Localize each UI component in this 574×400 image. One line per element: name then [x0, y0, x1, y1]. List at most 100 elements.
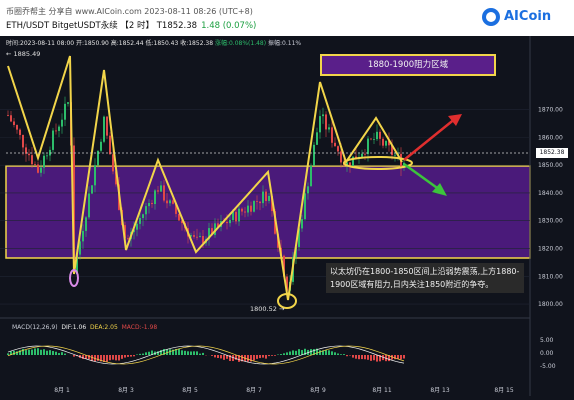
candle-body [196, 236, 198, 238]
aicoin-logo[interactable]: AICoin [482, 6, 562, 28]
candle-body [256, 201, 258, 202]
macd-title: MACD(12,26,9) [12, 324, 58, 331]
high-value: 1885.49 [13, 50, 41, 58]
macd-bar [139, 353, 141, 355]
macd-bar [376, 355, 378, 362]
candle-body [313, 144, 315, 166]
macd-bar [265, 355, 267, 359]
macd-bar [109, 355, 111, 361]
candle-body [148, 202, 150, 207]
macd-bar [373, 355, 375, 361]
macd-bar [370, 355, 372, 361]
macd-bar [334, 352, 336, 355]
candle-body [316, 132, 318, 145]
x-tick-label: 8月 11 [372, 387, 392, 394]
y-tick-label: 1870.00 [538, 107, 563, 114]
price-change: 1.48 (0.07%) [201, 21, 257, 31]
candle-body [328, 127, 330, 130]
candle-body [31, 155, 33, 165]
candle-body [373, 139, 375, 140]
x-tick-label: 8月 7 [246, 387, 262, 394]
candle-body [340, 151, 342, 163]
symbol-label: ETH/USDT BitgetUSDT永续 【2 时】 T1852.38 [6, 21, 198, 31]
macd-bar [196, 351, 198, 355]
range-zone [5, 165, 531, 259]
candle-body [370, 138, 372, 140]
macd-bar [178, 348, 180, 355]
candle-body [250, 205, 252, 212]
macd-bar [247, 355, 249, 362]
candle-body [310, 165, 312, 187]
macd-bar [361, 355, 363, 360]
candle-body [169, 200, 171, 204]
candle-body [241, 208, 243, 212]
macd-bar [337, 353, 339, 355]
macd-bar [121, 355, 123, 359]
chart-area[interactable]: 1870.00 1860.00 1850.00 1840.00 1830.00 1820.… [0, 36, 574, 400]
y-tick-label: 1850.00 [538, 162, 563, 169]
macd-bar [202, 352, 204, 355]
macd-bar [25, 350, 27, 355]
up-arrow-line [403, 117, 457, 161]
price-chart[interactable]: 1870.00 1860.00 1850.00 1840.00 1830.00 1820.… [0, 36, 574, 400]
macd-bar [262, 355, 264, 358]
share-info: 币圈乔帮主 分享自 www.AICoin.com 2023-08-11 08:2… [6, 7, 253, 16]
candle-body [127, 238, 129, 240]
candle-body [91, 185, 93, 194]
macd-bar [403, 355, 405, 359]
macd-bar [331, 351, 333, 355]
candle-body [7, 115, 9, 116]
candle-body [151, 202, 153, 205]
macd-bar [187, 351, 189, 355]
candle-body [334, 142, 336, 147]
macd-bar [193, 351, 195, 355]
macd-bar [220, 355, 222, 359]
candle-body [247, 205, 249, 213]
x-tick-label: 8月 5 [182, 387, 198, 394]
candle-body [103, 116, 105, 142]
macd-bar [190, 351, 192, 355]
top-bar: 币圈乔帮主 分享自 www.AICoin.com 2023-08-11 08:2… [0, 0, 574, 34]
candle-body [142, 214, 144, 219]
candle-body [52, 130, 54, 150]
x-tick-label: 8月 9 [310, 387, 326, 394]
candle-body [10, 115, 12, 122]
candle-body [361, 153, 363, 157]
candle-body [259, 201, 261, 204]
macd-bar [256, 355, 258, 359]
candle-body [85, 217, 87, 231]
ohlc-change: 涨幅:0.08%(1.48) [214, 40, 267, 47]
candle-body [145, 206, 147, 215]
candle-body [376, 131, 378, 140]
macd-bar [298, 349, 300, 355]
y-tick-label: 1810.00 [538, 273, 563, 280]
symbol-title: ETH/USDT BitgetUSDT永续 【2 时】 T1852.38 1.48… [6, 19, 256, 31]
macd-bar [199, 353, 201, 355]
candle-body [160, 185, 162, 192]
ohlc-values: 时间:2023-08-11 08:00 开:1850.90 高:1852.44 … [6, 40, 215, 47]
candle-body [157, 190, 159, 192]
candle-body [325, 114, 327, 130]
macd-bar [145, 352, 147, 355]
candle-body [40, 167, 42, 173]
candle-body [244, 211, 246, 213]
candle-body [43, 155, 45, 168]
macd-dif: DIF:1.06 [61, 324, 87, 331]
candle-body [94, 165, 96, 186]
macd-bar [28, 349, 30, 355]
candle-body [331, 127, 333, 143]
candle-body [88, 193, 90, 218]
macd-tick-label: -5.00 [540, 363, 556, 370]
macd-bar [367, 355, 369, 360]
analysis-note: 以太坊仍在1800-1850区间上沿弱势震荡,上方1880-1900区域有阻力,… [326, 263, 524, 293]
macd-bar [148, 351, 150, 355]
macd-bar [214, 355, 216, 358]
macd-bar [274, 355, 276, 356]
macd-bar [34, 348, 36, 355]
macd-bar [346, 355, 348, 357]
y-tick-label: 1860.00 [538, 134, 563, 141]
macd-bar [58, 353, 60, 355]
macd-bar [328, 350, 330, 355]
candle-body [139, 218, 141, 224]
candle-body [106, 116, 108, 136]
